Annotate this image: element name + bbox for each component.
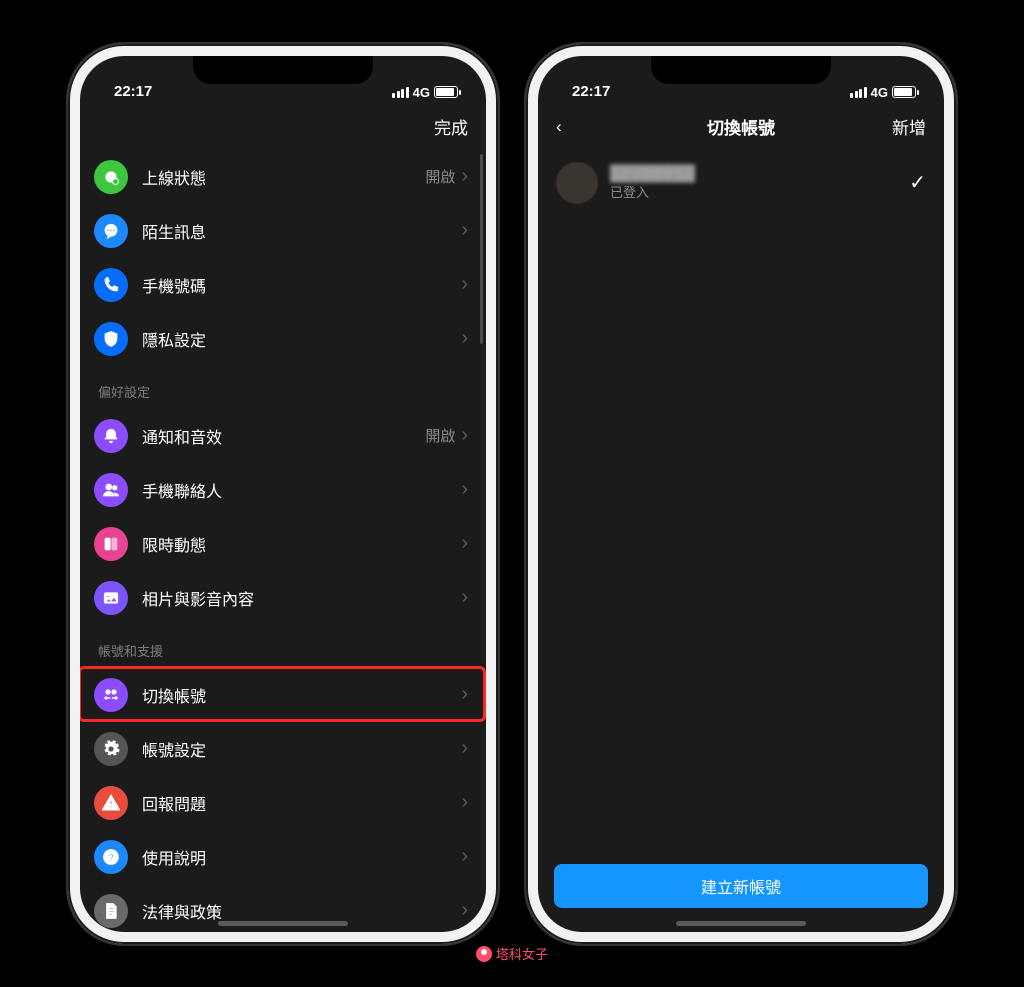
- settings-row-online-status[interactable]: 上線狀態開啟 ›: [80, 150, 486, 204]
- row-label: 通知和音效: [142, 424, 425, 448]
- chevron-right-icon: ›: [461, 478, 468, 501]
- navbar-right: ‹ 切換帳號 新增: [538, 104, 944, 150]
- watermark-icon: [476, 946, 492, 962]
- settings-row-stories[interactable]: 限時動態›: [80, 517, 486, 571]
- warning-icon: [94, 786, 128, 820]
- row-label: 隱私設定: [142, 327, 461, 351]
- phone-left: 22:17 4G 完成 上線狀態開啟›陌生訊息›手機號碼›隱私設定›偏好設定通知…: [68, 44, 498, 944]
- home-indicator[interactable]: [218, 921, 348, 926]
- row-label: 使用說明: [142, 845, 461, 869]
- settings-row-switch-account[interactable]: 切換帳號›: [80, 668, 486, 722]
- check-icon: ✓: [909, 170, 926, 195]
- status-time: 22:17: [572, 83, 610, 100]
- chevron-right-icon: ›: [461, 899, 468, 922]
- chevron-right-icon: ›: [461, 845, 468, 868]
- screen-right: 22:17 4G ‹ 切換帳號 新增 ████████ 已登入 ✓ 建立新帳號: [538, 56, 944, 932]
- avatar: [556, 162, 598, 204]
- signal-icon: [850, 87, 867, 98]
- doc-icon: [94, 894, 128, 928]
- settings-row-media[interactable]: 相片與影音內容›: [80, 571, 486, 625]
- chevron-right-icon: ›: [461, 737, 468, 760]
- chevron-right-icon: ›: [461, 791, 468, 814]
- row-value: 開啟: [425, 425, 455, 446]
- row-label: 相片與影音內容: [142, 586, 461, 610]
- notch: [651, 56, 831, 84]
- signal-icon: [392, 87, 409, 98]
- chevron-right-icon: ›: [461, 273, 468, 296]
- notch: [193, 56, 373, 84]
- screen-left: 22:17 4G 完成 上線狀態開啟›陌生訊息›手機號碼›隱私設定›偏好設定通知…: [80, 56, 486, 932]
- done-button[interactable]: 完成: [434, 114, 468, 139]
- settings-row-account-settings[interactable]: 帳號設定›: [80, 722, 486, 776]
- row-label: 手機聯絡人: [142, 478, 461, 502]
- row-label: 回報問題: [142, 791, 461, 815]
- row-label: 陌生訊息: [142, 219, 461, 243]
- chevron-right-icon: ›: [461, 165, 468, 188]
- shield-icon: [94, 322, 128, 356]
- row-value: 開啟: [425, 166, 455, 187]
- phone-icon: [94, 268, 128, 302]
- settings-row-notifications[interactable]: 通知和音效開啟 ›: [80, 409, 486, 463]
- settings-row-stranger-msg[interactable]: 陌生訊息›: [80, 204, 486, 258]
- svg-text:?: ?: [108, 851, 114, 863]
- bell-icon: [94, 419, 128, 453]
- add-button[interactable]: 新增: [892, 114, 926, 139]
- account-list: ████████ 已登入 ✓ 建立新帳號: [538, 150, 944, 932]
- settings-row-report[interactable]: 回報問題›: [80, 776, 486, 830]
- chat-icon: [94, 214, 128, 248]
- settings-row-help[interactable]: ? 使用說明›: [80, 830, 486, 884]
- chevron-right-icon: ›: [461, 683, 468, 706]
- settings-list[interactable]: 上線狀態開啟›陌生訊息›手機號碼›隱私設定›偏好設定通知和音效開啟›手機聯絡人›…: [80, 150, 486, 932]
- battery-icon: [892, 86, 916, 98]
- row-label: 法律與政策: [142, 899, 461, 923]
- chevron-right-icon: ›: [461, 532, 468, 555]
- account-row[interactable]: ████████ 已登入 ✓: [538, 150, 944, 216]
- section-header: 帳號和支援: [80, 625, 486, 668]
- row-label: 切換帳號: [142, 683, 461, 707]
- row-label: 限時動態: [142, 532, 461, 556]
- people-icon: [94, 473, 128, 507]
- network-label: 4G: [871, 85, 888, 100]
- create-account-button[interactable]: 建立新帳號: [554, 864, 928, 908]
- battery-icon: [434, 86, 458, 98]
- chevron-right-icon: ›: [461, 327, 468, 350]
- row-label: 上線狀態: [142, 165, 425, 189]
- watermark: 塔科女子: [476, 944, 548, 963]
- row-label: 手機號碼: [142, 273, 461, 297]
- back-button[interactable]: ‹: [556, 118, 562, 135]
- account-name: ████████: [610, 165, 909, 182]
- network-label: 4G: [413, 85, 430, 100]
- navbar-left: 完成: [80, 104, 486, 150]
- status-time: 22:17: [114, 83, 152, 100]
- home-indicator[interactable]: [676, 921, 806, 926]
- row-label: 帳號設定: [142, 737, 461, 761]
- dot-icon: [94, 160, 128, 194]
- settings-row-privacy[interactable]: 隱私設定›: [80, 312, 486, 366]
- settings-row-phone-number[interactable]: 手機號碼›: [80, 258, 486, 312]
- watermark-text: 塔科女子: [496, 944, 548, 963]
- story-icon: [94, 527, 128, 561]
- chevron-right-icon: ›: [461, 586, 468, 609]
- gear-icon: [94, 732, 128, 766]
- section-header: 偏好設定: [80, 366, 486, 409]
- nav-title: 切換帳號: [538, 114, 944, 139]
- question-icon: ?: [94, 840, 128, 874]
- phone-right: 22:17 4G ‹ 切換帳號 新增 ████████ 已登入 ✓ 建立新帳號: [526, 44, 956, 944]
- settings-row-contacts[interactable]: 手機聯絡人›: [80, 463, 486, 517]
- account-status: 已登入: [610, 182, 909, 201]
- switch-icon: [94, 678, 128, 712]
- image-icon: [94, 581, 128, 615]
- chevron-right-icon: ›: [461, 219, 468, 242]
- chevron-right-icon: ›: [461, 424, 468, 447]
